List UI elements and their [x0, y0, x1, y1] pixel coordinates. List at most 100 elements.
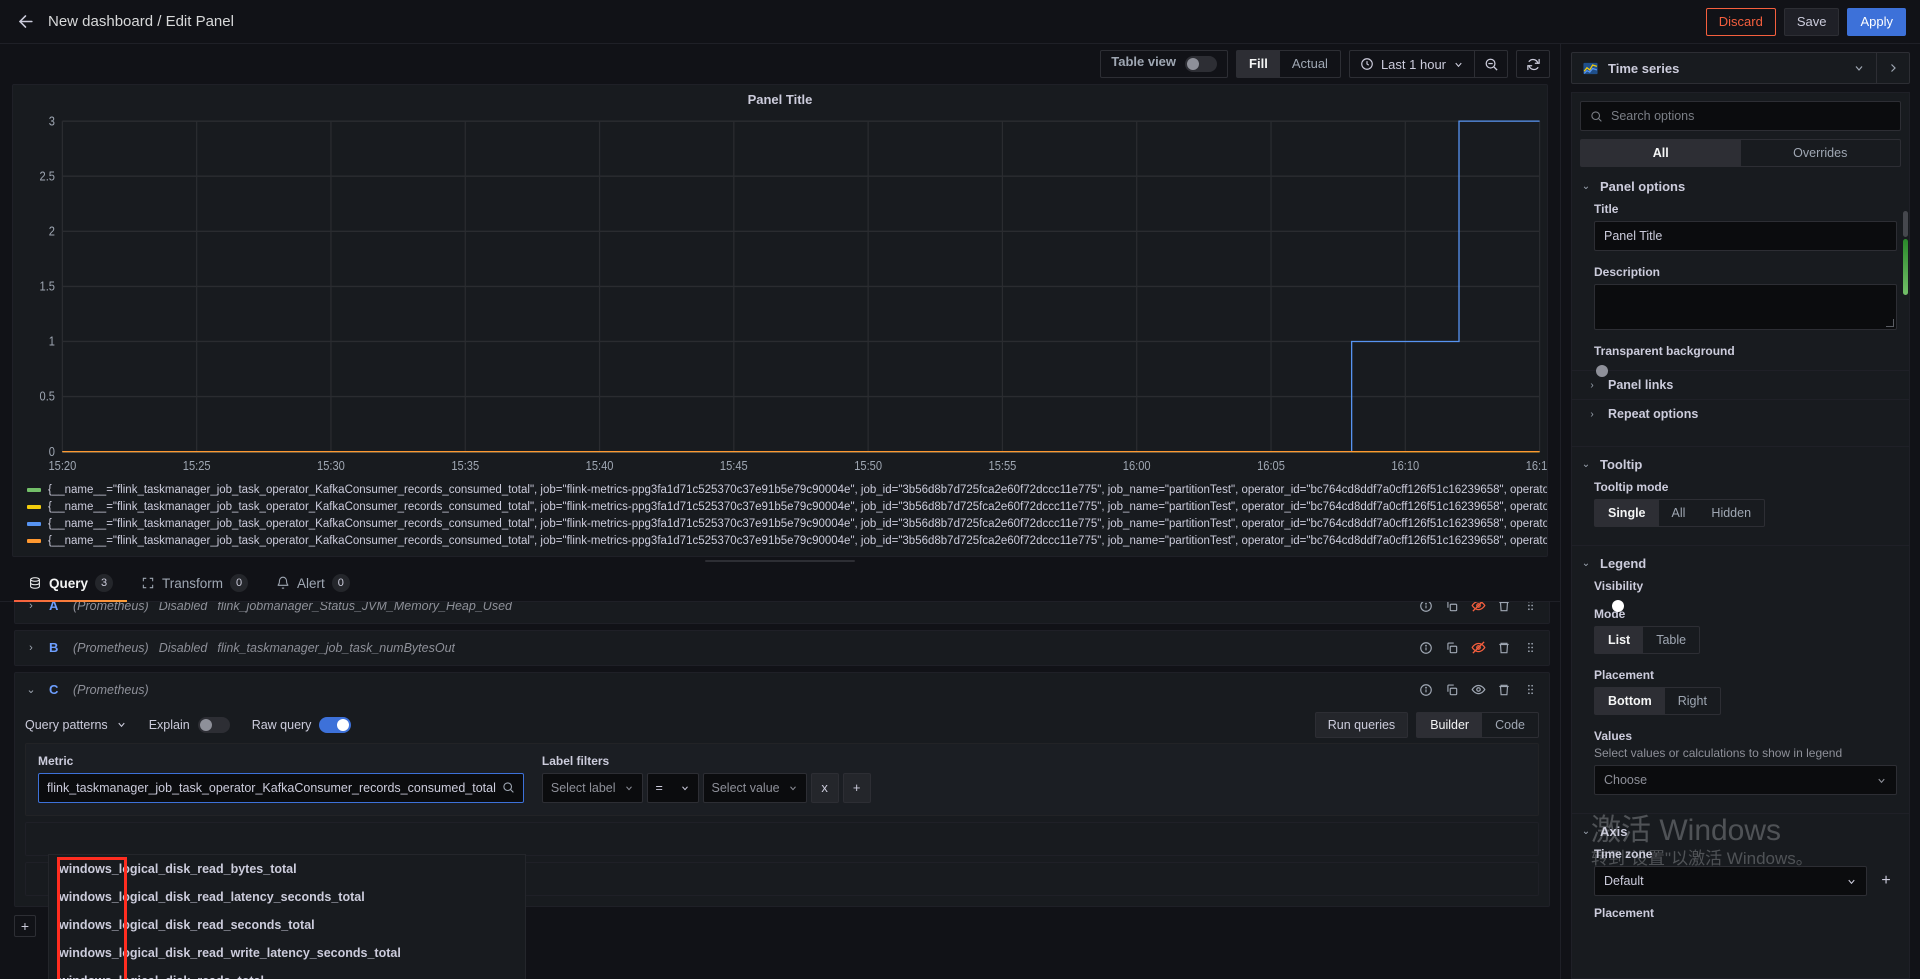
viz-picker-next-button[interactable] — [1877, 53, 1909, 83]
query-c-drag-handle[interactable] — [1519, 679, 1541, 701]
query-b-expand-caret[interactable]: › — [23, 642, 39, 654]
panel-resize-handle[interactable] — [12, 557, 1548, 566]
axis-header[interactable]: ⌄ Axis — [1572, 824, 1909, 839]
run-queries-button[interactable]: Run queries — [1314, 711, 1409, 738]
legend-item[interactable]: {__name__="flink_taskmanager_job_task_op… — [27, 533, 1547, 550]
autocomplete-item[interactable]: windows_logical_disk_read_bytes_total — [49, 855, 525, 883]
code-mode-button[interactable]: Code — [1482, 713, 1538, 737]
tab-query[interactable]: Query 3 — [14, 566, 128, 602]
query-a-hide-button[interactable] — [1467, 601, 1489, 617]
autocomplete-item[interactable]: windows_logical_disk_read_latency_second… — [49, 883, 525, 911]
legend-item[interactable]: {__name__="flink_taskmanager_job_task_op… — [27, 516, 1547, 533]
query-patterns-button[interactable]: Query patterns — [25, 718, 127, 732]
panel-description-textarea[interactable] — [1594, 284, 1897, 330]
legend-placement-bottom[interactable]: Bottom — [1595, 688, 1665, 714]
add-timezone-button[interactable]: + — [1875, 872, 1897, 890]
table-view-toggle[interactable] — [1185, 56, 1218, 72]
chevron-down-icon: ⌄ — [1581, 181, 1591, 192]
remove-label-filter-button[interactable]: x — [810, 772, 839, 803]
explain-toggle[interactable] — [197, 716, 230, 733]
query-a-expand-caret[interactable]: › — [23, 602, 39, 612]
query-c-delete-button[interactable] — [1493, 679, 1515, 701]
query-builder-right-controls: Run queries Builder Code — [1314, 711, 1539, 738]
query-builder-toolbar: Query patterns Explain Raw query Run que… — [25, 707, 1539, 743]
query-b-delete-button[interactable] — [1493, 637, 1515, 659]
query-b-info-button[interactable] — [1415, 637, 1437, 659]
panel-options-header[interactable]: ⌄ Panel options — [1572, 179, 1909, 194]
legend-placement-right[interactable]: Right — [1665, 688, 1720, 714]
repeat-options-row[interactable]: › Repeat options — [1572, 399, 1909, 428]
tab-alert[interactable]: Alert 0 — [262, 566, 364, 601]
query-b-hide-button[interactable] — [1467, 637, 1489, 659]
options-scrollbar-track-thumb[interactable] — [1903, 211, 1908, 237]
tab-alert-badge: 0 — [331, 574, 350, 593]
query-c-duplicate-button[interactable] — [1441, 679, 1463, 701]
breadcrumb[interactable]: New dashboard / Edit Panel — [48, 13, 234, 30]
legend-item[interactable]: {__name__="flink_taskmanager_job_task_op… — [27, 482, 1547, 499]
autocomplete-item[interactable]: windows_logical_disk_reads_total — [49, 967, 525, 979]
query-a-duplicate-button[interactable] — [1441, 601, 1463, 617]
visualization-picker[interactable]: Time series — [1571, 52, 1910, 84]
tab-transform[interactable]: Transform 0 — [127, 566, 262, 601]
query-b-drag-handle[interactable] — [1519, 637, 1541, 659]
axis-timezone-row: Default + — [1594, 866, 1897, 896]
legend-header[interactable]: ⌄ Legend — [1572, 556, 1909, 571]
save-button[interactable]: Save — [1783, 7, 1840, 36]
tab-overrides[interactable]: Overrides — [1741, 140, 1901, 166]
refresh-button[interactable] — [1517, 51, 1549, 77]
back-button[interactable] — [10, 7, 40, 37]
legend-mode-list[interactable]: List — [1595, 627, 1644, 653]
query-a-info-button[interactable] — [1415, 601, 1437, 617]
autocomplete-item[interactable]: windows_logical_disk_read_seconds_total — [49, 911, 525, 939]
metric-column: Metric flink_taskmanager_job_task_operat… — [38, 754, 526, 979]
operator-dropdown[interactable]: = — [646, 772, 699, 803]
fill-button[interactable]: Fill — [1237, 51, 1280, 77]
eye-icon — [1471, 684, 1485, 695]
query-c-info-button[interactable] — [1415, 679, 1437, 701]
tooltip-mode-all[interactable]: All — [1659, 500, 1699, 526]
apply-button[interactable]: Apply — [1847, 7, 1906, 36]
tab-all[interactable]: All — [1581, 140, 1741, 166]
query-b-duplicate-button[interactable] — [1441, 637, 1463, 659]
query-a-header[interactable]: › A (Prometheus) Disabled flink_jobmanag… — [15, 601, 1549, 623]
query-a-drag-handle[interactable] — [1519, 601, 1541, 617]
builder-mode-button[interactable]: Builder — [1417, 712, 1483, 737]
legend-item[interactable]: {__name__="flink_taskmanager_job_task_op… — [27, 499, 1547, 516]
query-c-header[interactable]: ⌄ C (Prometheus) — [15, 673, 1549, 707]
actual-button[interactable]: Actual — [1280, 51, 1340, 77]
query-c-hide-button[interactable] — [1467, 679, 1489, 701]
add-query-button[interactable]: + — [14, 914, 36, 937]
time-range-picker[interactable]: Last 1 hour — [1350, 51, 1474, 77]
select-value-dropdown[interactable]: Select value — [702, 772, 807, 803]
explain-control[interactable]: Explain — [149, 716, 230, 733]
panel-title-input[interactable]: Panel Title — [1594, 221, 1897, 251]
zoom-out-button[interactable] — [1475, 51, 1507, 77]
select-label-dropdown[interactable]: Select label — [541, 772, 643, 803]
chart-area[interactable]: 0 0.5 1 1.5 2 2.5 3 15:20 15:25 15:30 15:35 15:40 1… — [13, 110, 1547, 480]
axis-timezone-select[interactable]: Default — [1594, 866, 1867, 896]
legend-values-select[interactable]: Choose — [1594, 765, 1897, 795]
query-c-collapse-caret[interactable]: ⌄ — [23, 683, 39, 696]
metric-autocomplete-dropdown[interactable]: windows_logical_disk_read_bytes_total wi… — [48, 853, 526, 979]
options-scrollbar-thumb[interactable] — [1903, 239, 1908, 295]
query-b-header[interactable]: › B (Prometheus) Disabled flink_taskmana… — [15, 631, 1549, 665]
table-view-control[interactable]: Table view — [1100, 50, 1229, 78]
legend-mode-table[interactable]: Table — [1643, 627, 1699, 653]
info-circle-icon — [1420, 641, 1432, 654]
tooltip-mode-hidden[interactable]: Hidden — [1698, 500, 1764, 526]
metric-input[interactable]: flink_taskmanager_job_task_operator_Kafk… — [38, 772, 524, 803]
raw-query-toggle[interactable] — [319, 716, 352, 733]
viz-picker-chevron[interactable] — [1842, 53, 1876, 83]
raw-query-control[interactable]: Raw query — [252, 716, 352, 733]
trash-icon — [1499, 601, 1509, 611]
add-label-filter-button[interactable]: + — [842, 772, 871, 803]
tooltip-mode-single[interactable]: Single — [1595, 500, 1659, 526]
viz-picker-main[interactable]: Time series — [1572, 60, 1842, 77]
autocomplete-item[interactable]: windows_logical_disk_read_write_latency_… — [49, 939, 525, 967]
chevron-down-icon: ⌄ — [1581, 459, 1591, 470]
query-a-delete-button[interactable] — [1493, 601, 1515, 617]
search-options-input[interactable]: Search options — [1580, 101, 1901, 131]
discard-button[interactable]: Discard — [1705, 7, 1776, 36]
tooltip-header[interactable]: ⌄ Tooltip — [1572, 457, 1909, 472]
panel-links-row[interactable]: › Panel links — [1572, 370, 1909, 399]
